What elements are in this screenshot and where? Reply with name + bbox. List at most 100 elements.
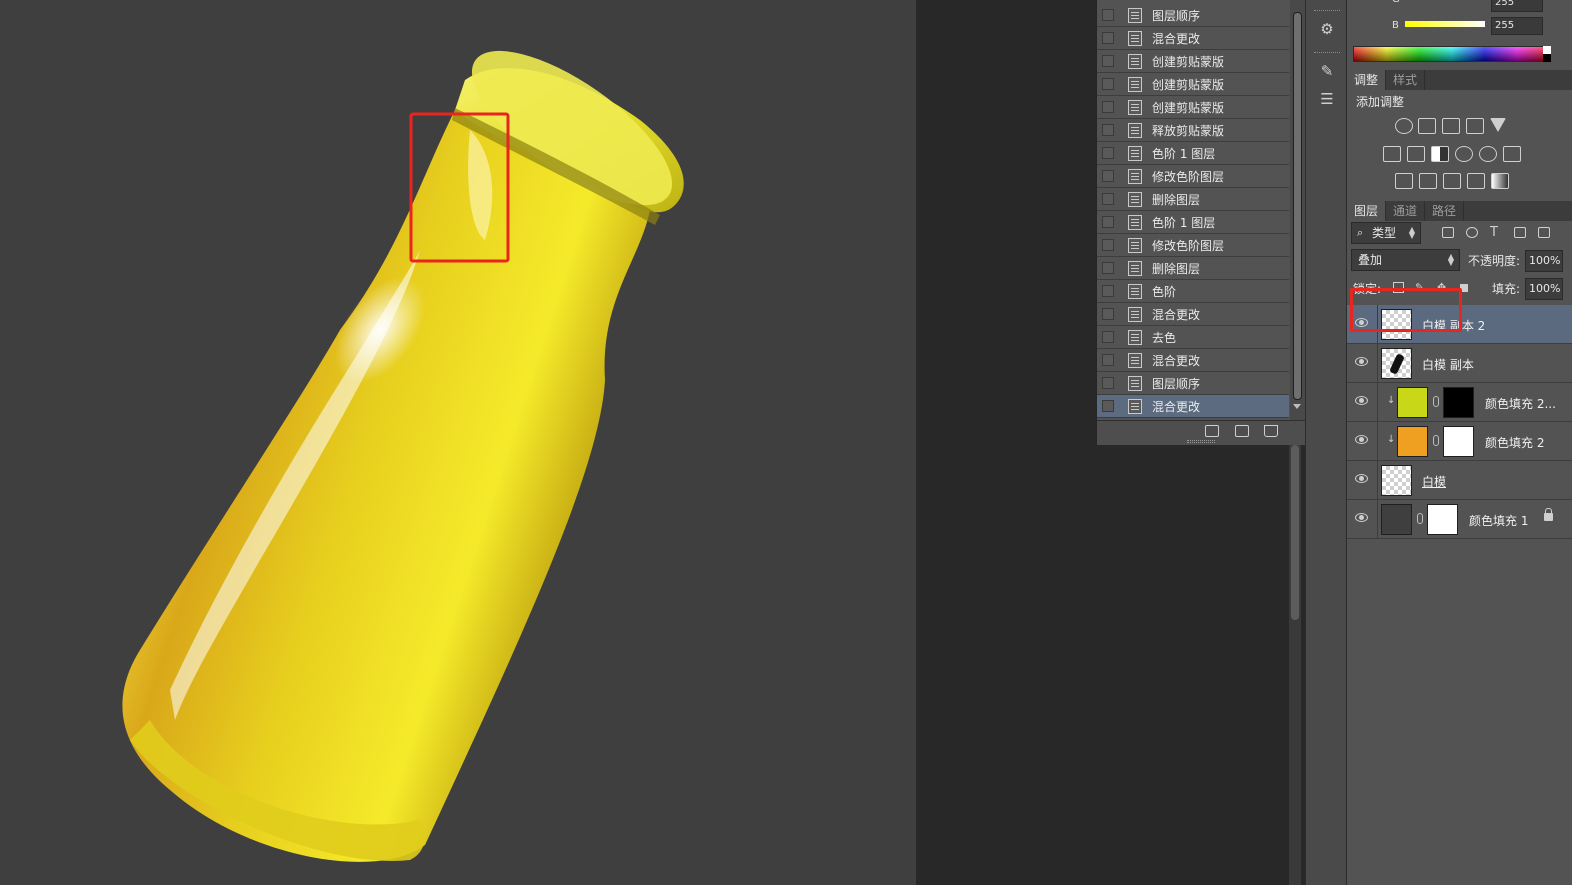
opacity-input[interactable]: 100%	[1525, 250, 1563, 272]
snapshot-checkbox[interactable]	[1102, 9, 1114, 21]
shape-layer-filter-icon[interactable]	[1514, 227, 1526, 238]
history-item[interactable]: 图层顺序	[1097, 4, 1289, 27]
snapshot-checkbox[interactable]	[1102, 239, 1114, 251]
tab-channels[interactable]: 通道	[1386, 201, 1426, 221]
link-icon[interactable]	[1417, 513, 1423, 524]
fill-input[interactable]: 100%	[1525, 278, 1563, 300]
tab-adjustments[interactable]: 调整	[1347, 70, 1387, 90]
layer-row[interactable]: 白模 副本	[1347, 344, 1572, 383]
visibility-eye-icon[interactable]	[1355, 357, 1368, 366]
curves-icon[interactable]	[1442, 118, 1460, 134]
tab-styles[interactable]: 样式	[1386, 70, 1426, 90]
snapshot-checkbox[interactable]	[1102, 170, 1114, 182]
invert-icon[interactable]	[1395, 173, 1413, 189]
snapshot-checkbox[interactable]	[1102, 32, 1114, 44]
layer-name[interactable]: 颜色填充 2	[1485, 434, 1544, 451]
trash-icon[interactable]	[1264, 425, 1278, 437]
history-item[interactable]: 删除图层	[1097, 188, 1289, 211]
hue-saturation-icon[interactable]	[1383, 146, 1401, 162]
visibility-eye-icon[interactable]	[1355, 474, 1368, 483]
history-scroll-thumb[interactable]	[1293, 12, 1302, 400]
black-white-swatch[interactable]	[1543, 46, 1551, 62]
exposure-icon[interactable]	[1466, 118, 1484, 134]
color-balance-icon[interactable]	[1407, 146, 1425, 162]
layer-mask-thumbnail[interactable]	[1443, 387, 1474, 418]
history-item[interactable]: 创建剪贴蒙版	[1097, 50, 1289, 73]
layer-row[interactable]: 白模	[1347, 461, 1572, 500]
visibility-eye-icon[interactable]	[1355, 396, 1368, 405]
scroll-down-arrow-icon[interactable]	[1293, 404, 1301, 409]
fill-color-thumbnail[interactable]	[1397, 387, 1428, 418]
snapshot-checkbox[interactable]	[1102, 101, 1114, 113]
strip-grip[interactable]	[1314, 52, 1340, 55]
snapshot-checkbox[interactable]	[1102, 193, 1114, 205]
layer-name[interactable]: 颜色填充 1	[1469, 512, 1528, 529]
color-spectrum-bar[interactable]	[1353, 46, 1551, 62]
levels-icon[interactable]	[1418, 118, 1436, 134]
snapshot-checkbox[interactable]	[1102, 354, 1114, 366]
visibility-eye-icon[interactable]	[1355, 435, 1368, 444]
color-slider-g[interactable]: G 255	[1347, 0, 1572, 12]
gradient-map-icon[interactable]	[1491, 173, 1509, 189]
tool-presets-icon[interactable]: ☰	[1318, 90, 1336, 108]
strip-grip[interactable]	[1314, 10, 1340, 13]
posterize-icon[interactable]	[1419, 173, 1437, 189]
panel-scrollbar[interactable]	[1289, 445, 1301, 885]
fill-color-thumbnail[interactable]	[1397, 426, 1428, 457]
photo-filter-icon[interactable]	[1455, 146, 1473, 162]
panel-scroll-thumb[interactable]	[1291, 445, 1299, 620]
brightness-contrast-icon[interactable]	[1395, 118, 1413, 134]
resize-grip[interactable]	[1187, 440, 1215, 443]
type-layer-filter-icon[interactable]: T	[1490, 226, 1502, 239]
fill-color-thumbnail[interactable]	[1381, 504, 1412, 535]
snapshot-checkbox[interactable]	[1102, 331, 1114, 343]
snapshot-checkbox[interactable]	[1102, 147, 1114, 159]
history-item[interactable]: 混合更改	[1097, 349, 1289, 372]
b-value-input[interactable]: 255	[1491, 17, 1543, 35]
vibrance-icon[interactable]	[1490, 118, 1506, 132]
history-item[interactable]: 去色	[1097, 326, 1289, 349]
snapshot-checkbox[interactable]	[1102, 216, 1114, 228]
b-slider-track[interactable]	[1405, 21, 1485, 27]
history-item[interactable]: 色阶 1 图层	[1097, 142, 1289, 165]
layer-row[interactable]: ↓ 颜色填充 2	[1347, 422, 1572, 461]
history-item[interactable]: 修改色阶图层	[1097, 234, 1289, 257]
snapshot-checkbox[interactable]	[1102, 285, 1114, 297]
history-item[interactable]: 创建剪贴蒙版	[1097, 73, 1289, 96]
blend-mode-select[interactable]: 叠加 ▲ ▼	[1351, 249, 1460, 271]
snapshot-checkbox[interactable]	[1102, 400, 1114, 412]
history-item[interactable]: 混合更改	[1097, 303, 1289, 326]
link-icon[interactable]	[1433, 396, 1439, 407]
color-lookup-icon[interactable]	[1503, 146, 1521, 162]
snapshot-checkbox[interactable]	[1102, 55, 1114, 67]
link-icon[interactable]	[1433, 435, 1439, 446]
new-document-from-state-icon[interactable]	[1205, 425, 1219, 437]
history-item[interactable]: 创建剪贴蒙版	[1097, 96, 1289, 119]
history-item[interactable]: 图层顺序	[1097, 372, 1289, 395]
selective-color-icon[interactable]	[1467, 173, 1485, 189]
history-item[interactable]: 删除图层	[1097, 257, 1289, 280]
smart-object-filter-icon[interactable]	[1538, 227, 1550, 238]
visibility-eye-icon[interactable]	[1355, 513, 1368, 522]
pixel-layer-filter-icon[interactable]	[1442, 227, 1454, 238]
brush-presets-icon[interactable]: ✎	[1318, 62, 1336, 80]
layer-mask-thumbnail[interactable]	[1427, 504, 1458, 535]
g-value-input[interactable]: 255	[1491, 0, 1543, 12]
history-item[interactable]: 混合更改	[1097, 27, 1289, 50]
snapshot-checkbox[interactable]	[1102, 308, 1114, 320]
snapshot-checkbox[interactable]	[1102, 377, 1114, 389]
tab-layers[interactable]: 图层	[1347, 201, 1387, 221]
history-item[interactable]: 色阶 1 图层	[1097, 211, 1289, 234]
history-item[interactable]: 色阶	[1097, 280, 1289, 303]
color-slider-b[interactable]: B 255	[1347, 17, 1572, 35]
layer-row[interactable]: 颜色填充 1	[1347, 500, 1572, 539]
filter-kind-select[interactable]: ⌕ 类型 ▲ ▼	[1351, 222, 1421, 244]
snapshot-checkbox[interactable]	[1102, 78, 1114, 90]
black-white-icon[interactable]	[1431, 146, 1449, 162]
threshold-icon[interactable]	[1443, 173, 1461, 189]
layer-mask-thumbnail[interactable]	[1443, 426, 1474, 457]
snapshot-checkbox[interactable]	[1102, 262, 1114, 274]
history-item[interactable]: 释放剪贴蒙版	[1097, 119, 1289, 142]
adjustment-layer-filter-icon[interactable]	[1466, 227, 1478, 238]
history-item-active[interactable]: 混合更改	[1097, 395, 1289, 418]
